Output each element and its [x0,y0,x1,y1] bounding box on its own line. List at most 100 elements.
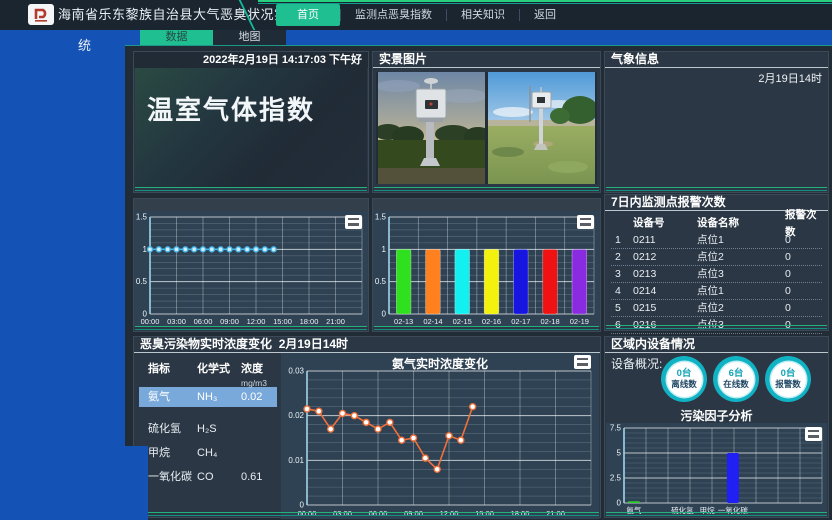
unit-label: mg/m3 [241,379,277,387]
greenhouse-line-chart: 00.511.500:0003:0006:0009:0012:0015:0018… [134,211,368,327]
pollutant-body: 指标 化学式 浓度mg/m3 氨气NH₃0.02 硫化氢H₂S 甲烷CH₄ 一氧… [135,353,599,516]
svg-text:1: 1 [143,245,148,254]
weather-panel: 气象信息 2月19日14时 [604,51,829,193]
nav-item-back[interactable]: 返回 [520,4,570,26]
weather-timestamp: 2月19日14时 [605,68,828,86]
table-row: 30213点位30 [611,266,822,283]
svg-text:氨气: 氨气 [626,505,641,515]
greenhouse-chart-panel: 00.511.500:0003:0006:0009:0012:0015:0018… [133,198,369,332]
svg-text:02-18: 02-18 [540,317,559,326]
svg-text:09:00: 09:00 [404,509,423,518]
logo-icon [32,7,50,22]
svg-text:02-19: 02-19 [570,317,589,326]
svg-text:1.5: 1.5 [136,213,148,222]
svg-text:5: 5 [617,449,622,458]
nav-item-knowledge[interactable]: 相关知识 [447,4,519,26]
svg-text:0.5: 0.5 [136,277,148,286]
pollutant-row-ch4[interactable]: 甲烷CH₄ [139,443,277,463]
online-count-circle: 6台在线数 [713,356,759,402]
factor-chart-title: 污染因子分析 [605,407,828,424]
pollutant-panel-title: 恶臭污染物实时浓度变化 2月19日14时 [134,337,600,353]
ammonia-line-chart: 00.010.020.0300:0003:0006:0009:0012:0015… [281,353,599,519]
nav-item-home[interactable]: 首页 [276,4,340,26]
svg-text:0.5: 0.5 [375,277,387,286]
alarm-count-circle: 0台报警数 [765,356,811,402]
svg-text:03:00: 03:00 [167,317,186,326]
offline-count-circle: 0台离线数 [661,356,707,402]
svg-text:21:00: 21:00 [326,317,345,326]
svg-text:06:00: 06:00 [194,317,213,326]
svg-text:02-13: 02-13 [394,317,413,326]
chart-titlebar [134,199,368,211]
svg-text:甲烷: 甲烷 [700,505,715,515]
svg-text:09:00: 09:00 [220,317,239,326]
tab-map[interactable]: 地图 [213,30,286,45]
pollutant-row-co[interactable]: 一氧化碳CO0.61 [139,467,277,487]
daily-bar-chart-panel: 00.511.502-1302-1402-1502-1602-1702-1802… [372,198,601,332]
title-overflow-text: 统 [78,35,91,54]
view-tabs: 数据 地图 [140,30,286,45]
weather-panel-title: 气象信息 [605,52,828,68]
alarm-table-header: # 设备号 设备名称 报警次数 [611,215,822,232]
table-row: 10211点位10 [611,232,822,249]
chart-menu-icon[interactable] [805,427,822,441]
svg-text:02-15: 02-15 [453,317,472,326]
svg-text:15:00: 15:00 [475,509,494,518]
device-stats-row: 0台离线数 6台在线数 0台报警数 [605,354,828,406]
svg-text:2.5: 2.5 [610,474,622,483]
chart-titlebar [373,199,600,211]
nav-item-odor-index[interactable]: 监测点恶臭指数 [341,4,446,26]
chart-menu-icon[interactable] [345,215,362,229]
svg-text:12:00: 12:00 [440,509,459,518]
pollutant-row-h2s[interactable]: 硫化氢H₂S [139,419,277,439]
svg-text:18:00: 18:00 [511,509,530,518]
svg-text:03:00: 03:00 [333,509,352,518]
pollutant-panel: 恶臭污染物实时浓度变化 2月19日14时 指标 化学式 浓度mg/m3 氨气NH… [133,336,601,518]
svg-text:15:00: 15:00 [273,317,292,326]
site-photo-dusk [378,72,485,184]
device-panel-title: 区域内设备情况 [605,337,828,353]
svg-text:02-17: 02-17 [511,317,530,326]
app-logo [28,4,54,25]
datetime-text: 2022年2月19日 14:17:03 下午好 [134,52,368,68]
svg-text:02-16: 02-16 [482,317,501,326]
top-navbar: 海南省乐东黎族自治县大气恶臭状况实时发布系 首页 监测点恶臭指数 相关知识 返回 [0,0,832,30]
table-row: 40214点位10 [611,283,822,300]
greeting-body: 温室气体指数 [135,68,367,187]
chart-menu-icon[interactable] [577,215,594,229]
pollutant-table: 指标 化学式 浓度mg/m3 氨气NH₃0.02 硫化氢H₂S 甲烷CH₄ 一氧… [135,353,281,516]
photo-panel-title: 实景图片 [373,52,600,68]
panel-bottom-lines [606,187,827,191]
svg-text:0: 0 [382,310,387,319]
table-row: 50215点位20 [611,300,822,317]
svg-text:18:00: 18:00 [300,317,319,326]
photo-row [376,72,597,184]
ammonia-chart-title: 氨气实时浓度变化 [281,355,599,372]
alarm-table: # 设备号 设备名称 报警次数 10211点位10 20212点位20 3021… [605,211,828,334]
daily-bar-chart: 00.511.502-1302-1402-1502-1602-1702-1802… [373,211,600,327]
device-panel: 区域内设备情况 设备概况: 0台离线数 6台在线数 0台报警数 污染因子分析 0… [604,336,829,518]
left-sidebar: 统 [0,30,125,520]
greenhouse-gas-headline: 温室气体指数 [147,90,315,127]
main-nav-menu: 首页 监测点恶臭指数 相关知识 返回 [276,0,570,30]
photo-panel: 实景图片 [372,51,601,193]
pollutant-row-ammonia[interactable]: 氨气NH₃0.02 [139,387,277,407]
chart-menu-icon[interactable] [574,355,591,369]
background-patch [125,446,148,520]
site-photo-day [488,72,595,184]
table-row: 20212点位20 [611,249,822,266]
svg-text:1.5: 1.5 [375,213,387,222]
svg-text:06:00: 06:00 [369,509,388,518]
dashboard-main: 2022年2月19日 14:17:03 下午好 温室气体指数 实景图片 [125,45,832,520]
svg-text:12:00: 12:00 [247,317,266,326]
alarm-panel: 7日内监测点报警次数 # 设备号 设备名称 报警次数 10211点位10 202… [604,194,829,331]
svg-text:02-14: 02-14 [423,317,442,326]
ammonia-chart-area: 氨气实时浓度变化 00.010.020.0300:0003:0006:0009:… [281,353,599,516]
svg-text:21:00: 21:00 [546,509,565,518]
svg-text:硫化氢: 硫化氢 [671,505,694,515]
svg-text:00:00: 00:00 [298,509,317,518]
svg-text:0.01: 0.01 [288,456,304,465]
panel-bottom-lines [374,187,599,191]
pollutant-table-header: 指标 化学式 浓度mg/m3 [139,359,277,383]
tab-data[interactable]: 数据 [140,30,213,45]
